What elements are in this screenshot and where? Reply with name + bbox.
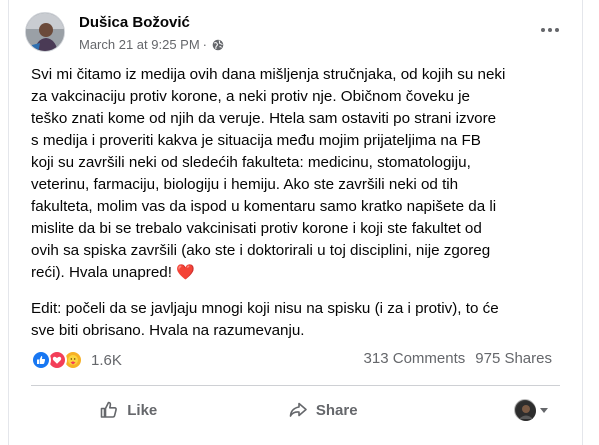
heart-emoji-icon: ❤️ bbox=[176, 264, 195, 281]
thumbs-up-icon bbox=[100, 401, 118, 418]
author-name[interactable]: Dušica Božović bbox=[79, 14, 190, 31]
more-dot-icon bbox=[548, 28, 552, 32]
more-dot-icon bbox=[555, 28, 559, 32]
post-header: Dušica Božović March 21 at 9:25 PM · bbox=[23, 8, 570, 58]
post-body-text: Svi mi čitamo iz medija ovih dana mišlje… bbox=[31, 66, 506, 281]
post-card: Dušica Božović March 21 at 9:25 PM · Svi… bbox=[8, 0, 583, 445]
user-avatar bbox=[514, 399, 536, 421]
post-actions-bar: Like Share bbox=[31, 392, 560, 428]
more-dot-icon bbox=[541, 28, 545, 32]
comments-count-link[interactable]: 313 Comments bbox=[364, 350, 466, 367]
chevron-down-icon bbox=[540, 407, 548, 413]
share-arrow-icon bbox=[289, 402, 307, 417]
globe-icon[interactable] bbox=[212, 39, 224, 51]
like-label: Like bbox=[127, 401, 158, 419]
engagement-stats: 313 Comments 975 Shares bbox=[364, 350, 552, 367]
post-body: Svi mi čitamo iz medija ovih dana mišlje… bbox=[31, 64, 571, 284]
author-avatar[interactable] bbox=[25, 12, 65, 52]
reaction-count[interactable]: 1.6K bbox=[91, 352, 122, 369]
more-options-button[interactable] bbox=[536, 18, 564, 42]
post-timestamp[interactable]: March 21 at 9:25 PM bbox=[79, 37, 200, 52]
like-button[interactable]: Like bbox=[31, 393, 226, 427]
avatar-photo-icon bbox=[26, 13, 64, 51]
meta-separator: · bbox=[202, 37, 208, 52]
share-label: Share bbox=[315, 401, 358, 419]
like-reaction-icon bbox=[31, 350, 51, 370]
actions-divider bbox=[31, 385, 560, 386]
reactions-summary[interactable]: 1.6K bbox=[31, 349, 122, 371]
post-edit-note: Edit: počeli da se javljaju mnogi koji n… bbox=[31, 300, 499, 339]
share-button[interactable]: Share bbox=[226, 393, 421, 427]
post-meta: March 21 at 9:25 PM · bbox=[79, 37, 224, 52]
post-as-selector[interactable] bbox=[420, 393, 560, 427]
shares-count-link[interactable]: 975 Shares bbox=[475, 350, 552, 367]
